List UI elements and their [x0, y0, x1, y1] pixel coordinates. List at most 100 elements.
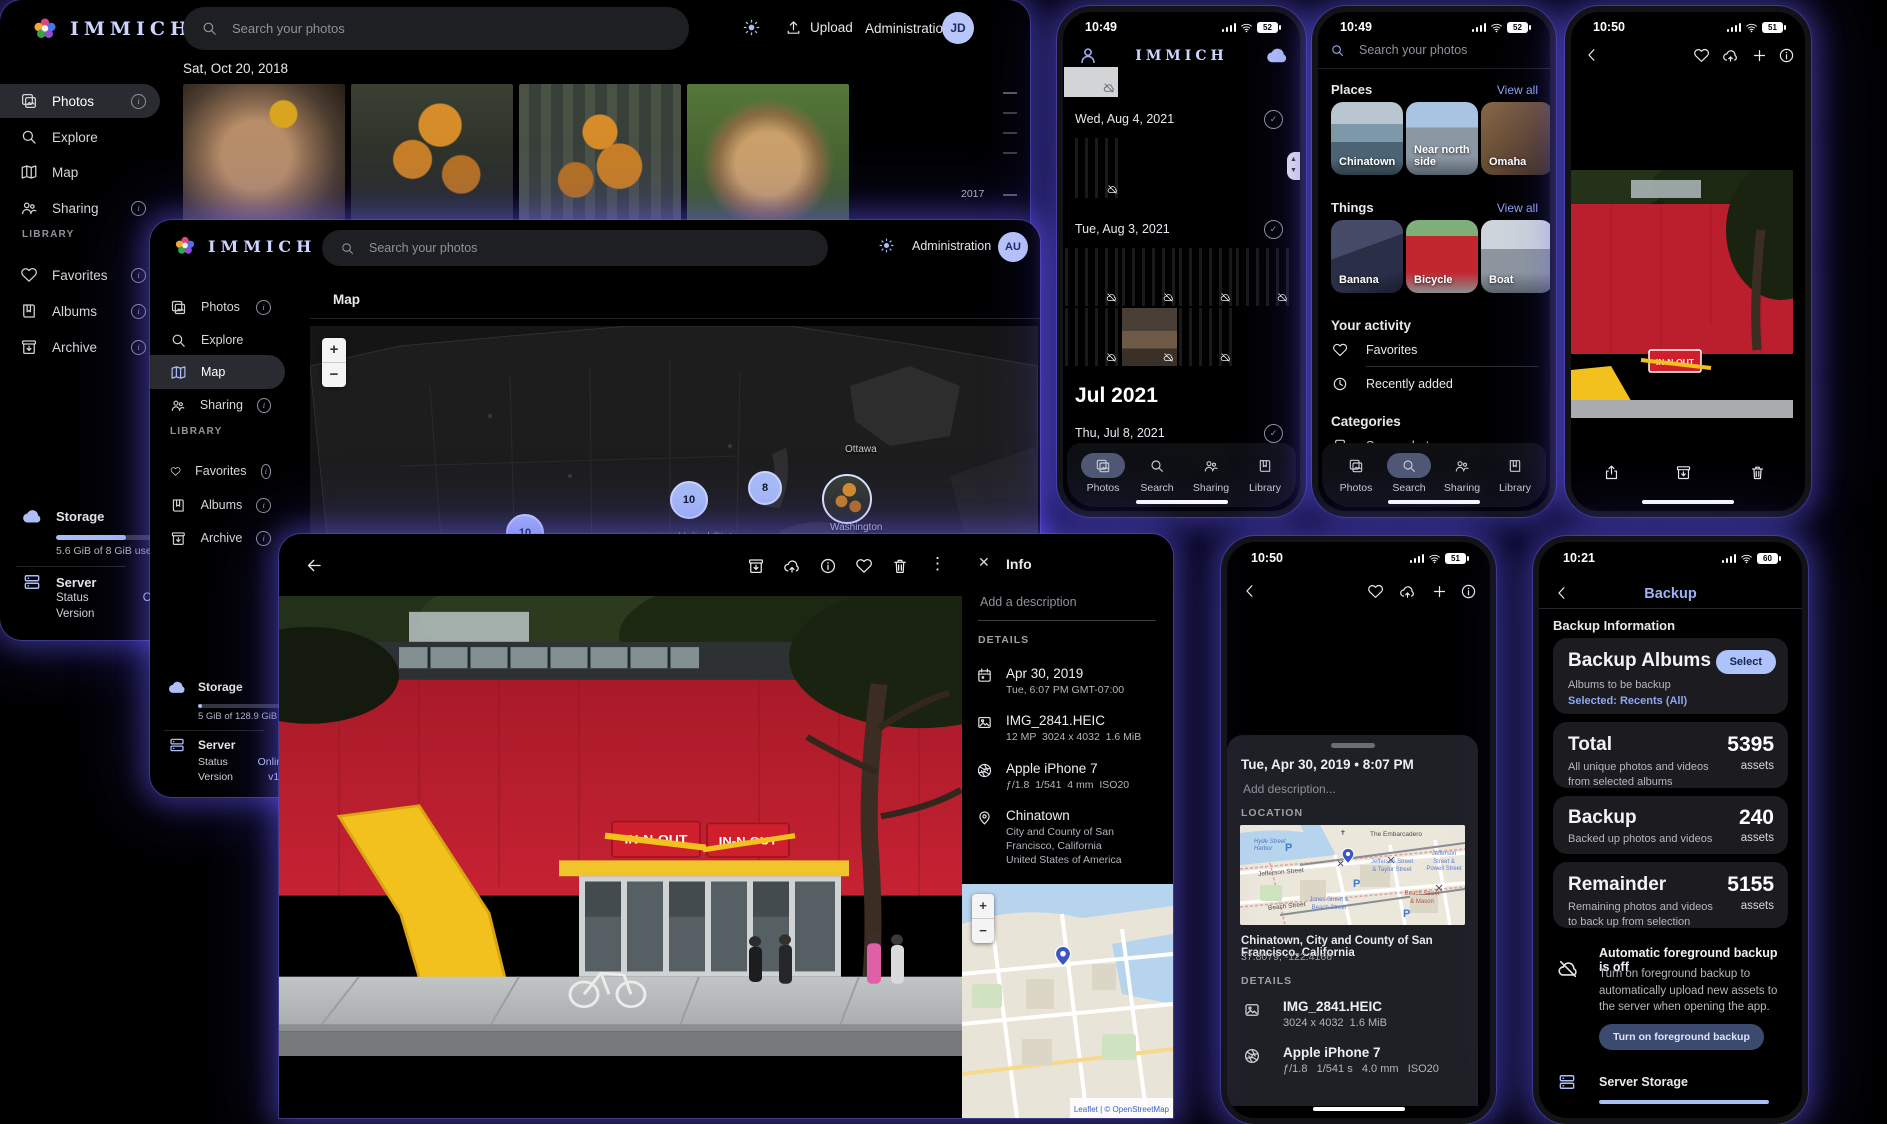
info-bottom-sheet[interactable]: Tue, Apr 30, 2019 • 8:07 PM LOCATION PPP — [1227, 735, 1478, 1106]
upload-cloud-button[interactable] — [783, 557, 801, 575]
nav-sharing[interactable]: Sharing — [1183, 453, 1239, 494]
photo-thumbnail[interactable] — [1064, 67, 1118, 97]
map-photo-cluster-marker[interactable] — [822, 474, 872, 524]
sidebar-item-map[interactable]: Map — [150, 355, 285, 389]
upload-cloud-button[interactable] — [1399, 583, 1416, 601]
places-view-all-link[interactable]: View all — [1497, 83, 1538, 97]
photo-thumbnail[interactable] — [519, 84, 681, 221]
zoom-in-button[interactable]: + — [972, 894, 994, 919]
info-button[interactable] — [1460, 583, 1477, 601]
administration-button[interactable]: Administration — [912, 239, 991, 253]
nav-library[interactable]: Library — [1487, 453, 1543, 494]
sidebar-item-favorites[interactable]: Favoritesi — [0, 258, 160, 292]
delete-button[interactable] — [1749, 464, 1766, 482]
photo-thumbnail[interactable] — [687, 84, 849, 221]
search-input[interactable] — [367, 240, 751, 256]
delete-button[interactable] — [891, 557, 909, 575]
sidebar-item-map[interactable]: Map — [0, 155, 160, 189]
user-avatar[interactable]: JD — [942, 12, 974, 44]
zoom-in-button[interactable]: + — [322, 338, 346, 363]
photo-thumbnail[interactable] — [1065, 308, 1120, 366]
thing-card[interactable]: Bicycle — [1406, 220, 1478, 293]
user-avatar[interactable]: AU — [998, 232, 1028, 262]
nav-search[interactable]: Search — [1381, 453, 1437, 494]
sidebar-item-explore[interactable]: Explore — [0, 120, 160, 154]
info-badge-icon[interactable]: i — [131, 340, 146, 355]
favorite-button[interactable] — [855, 557, 873, 575]
location-map[interactable]: PPP ✝ The Embarcadero Hyde Street Harbor… — [1240, 825, 1465, 925]
thing-card[interactable]: Boat — [1481, 220, 1553, 293]
sidebar-item-sharing[interactable]: Sharingi — [0, 191, 160, 225]
photo-thumbnail[interactable] — [1122, 308, 1177, 366]
photo-thumbnail[interactable] — [1065, 248, 1120, 306]
sidebar-item-archive[interactable]: Archivei — [150, 521, 285, 555]
photo-thumbnail[interactable] — [183, 84, 345, 221]
info-button[interactable] — [819, 557, 837, 575]
back-button[interactable] — [305, 556, 324, 575]
turn-on-backup-button[interactable]: Turn on foreground backup — [1599, 1024, 1764, 1050]
search-bar[interactable] — [1330, 42, 1531, 58]
nav-sharing[interactable]: Sharing — [1434, 453, 1490, 494]
sidebar-item-sharing[interactable]: Sharingi — [150, 388, 285, 422]
sidebar-item-albums[interactable]: Albumsi — [0, 294, 160, 328]
map-cluster-marker[interactable]: 8 — [748, 471, 782, 505]
place-card[interactable]: Omaha — [1481, 102, 1553, 175]
info-mini-map[interactable]: + − Leaflet | © OpenStreetMap — [962, 884, 1173, 1118]
nav-photos[interactable]: Photos — [1075, 453, 1131, 494]
photo-thumbnail[interactable] — [351, 84, 513, 221]
info-badge-icon[interactable]: i — [131, 268, 146, 283]
zoom-out-button[interactable]: − — [972, 919, 994, 943]
info-badge-icon[interactable]: i — [131, 201, 146, 216]
administration-button[interactable]: Administration — [865, 21, 951, 36]
things-view-all-link[interactable]: View all — [1497, 201, 1538, 215]
select-group-checkbox[interactable]: ✓ — [1264, 110, 1283, 129]
favorites-row[interactable]: Favorites — [1332, 342, 1417, 358]
search-bar[interactable] — [322, 230, 828, 266]
sidebar-item-favorites[interactable]: Favoritesi — [150, 454, 285, 488]
theme-toggle-sun-icon[interactable] — [742, 18, 761, 37]
back-button[interactable] — [1241, 582, 1259, 600]
map-cluster-marker[interactable]: 10 — [670, 481, 708, 519]
sheet-drag-handle[interactable] — [1331, 743, 1375, 748]
share-button[interactable] — [1603, 464, 1620, 482]
info-badge-icon[interactable]: i — [256, 498, 271, 513]
archive-button[interactable] — [1675, 464, 1692, 482]
map-attribution[interactable]: Leaflet | © OpenStreetMap — [1074, 1105, 1169, 1114]
upload-button[interactable]: Upload — [785, 19, 853, 36]
mini-map-zoom-control[interactable]: + − — [972, 894, 994, 943]
photo-strip[interactable] — [1227, 720, 1478, 735]
search-bar[interactable] — [183, 7, 689, 50]
info-badge-icon[interactable]: i — [257, 398, 271, 413]
favorite-button[interactable] — [1693, 47, 1710, 65]
nav-search[interactable]: Search — [1129, 453, 1185, 494]
sidebar-item-photos[interactable]: Photosi — [0, 84, 160, 118]
theme-toggle-sun-icon[interactable] — [878, 237, 895, 255]
select-albums-button[interactable]: Select — [1716, 650, 1776, 674]
sidebar-item-explore[interactable]: Explore — [150, 323, 285, 357]
recently-added-row[interactable]: Recently added — [1332, 376, 1453, 392]
info-badge-icon[interactable]: i — [261, 464, 271, 479]
scrollbar-thumb[interactable]: ▲▼ — [1287, 152, 1300, 180]
more-options-button[interactable]: ⋮ — [929, 554, 946, 574]
upload-cloud-button[interactable] — [1722, 47, 1739, 65]
add-button[interactable] — [1751, 47, 1768, 65]
photo-thumbnail[interactable] — [1179, 248, 1234, 306]
info-badge-icon[interactable]: i — [131, 304, 146, 319]
description-input[interactable] — [978, 594, 1162, 610]
zoom-out-button[interactable]: − — [322, 363, 346, 387]
place-card[interactable]: Chinatown — [1331, 102, 1403, 175]
app-logo[interactable]: IMMICH — [172, 233, 316, 259]
photo-thumbnail[interactable] — [1179, 308, 1234, 366]
photo-thumbnail[interactable] — [1236, 248, 1291, 306]
sidebar-item-albums[interactable]: Albumsi — [150, 488, 285, 522]
info-badge-icon[interactable]: i — [131, 94, 146, 109]
sidebar-item-archive[interactable]: Archivei — [0, 330, 160, 364]
nav-photos[interactable]: Photos — [1328, 453, 1384, 494]
favorite-button[interactable] — [1367, 583, 1384, 601]
archive-button[interactable] — [747, 557, 765, 575]
select-group-checkbox[interactable]: ✓ — [1264, 424, 1283, 443]
info-badge-icon[interactable]: i — [256, 300, 271, 315]
search-input[interactable] — [1357, 42, 1531, 58]
thing-card[interactable]: Banana — [1331, 220, 1403, 293]
map-zoom-control[interactable]: + − — [322, 338, 346, 387]
